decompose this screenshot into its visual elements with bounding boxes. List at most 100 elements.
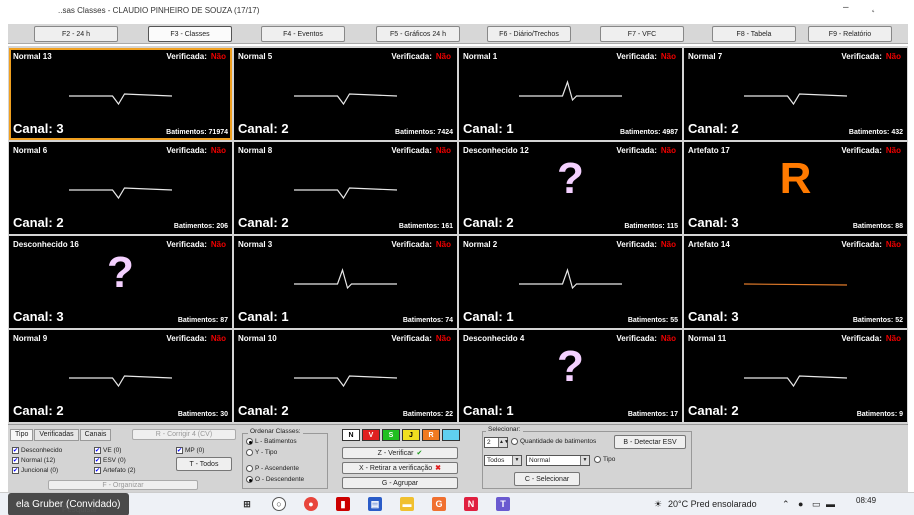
class-type-label: Normal 2 — [463, 240, 498, 249]
organize-button[interactable]: F - Organizar — [48, 480, 198, 490]
verification-value: Não — [885, 52, 901, 61]
channel-label: Canal: 2 — [463, 215, 514, 230]
class-cell[interactable]: Normal 1 Verificada: Não Canal: 1 Batimentos… — [459, 48, 682, 140]
quantity-radio[interactable]: Quantidade de batimentos — [511, 438, 596, 445]
channel-label: Canal: 3 — [688, 309, 739, 324]
network-icon[interactable]: ▭ — [812, 499, 821, 510]
verification-status: Verificada: Não — [391, 52, 451, 61]
class-cell[interactable]: Normal 10 Verificada: Não Canal: 2 Batimento… — [234, 330, 457, 422]
class-cell[interactable]: Normal 3 Verificada: Não Canal: 1 Batimentos… — [234, 236, 457, 328]
class-type-button[interactable]: R — [422, 429, 440, 441]
check-juncional[interactable]: ✔ Juncional (0) — [12, 467, 58, 474]
check-ve[interactable]: ✔ VE (0) — [94, 447, 121, 454]
app-blue-icon[interactable]: ▤ — [368, 497, 382, 511]
verify-button[interactable]: Z - Verificar ✔ — [342, 447, 458, 459]
beat-count: Batimentos: 52 — [852, 317, 903, 324]
checkbox-icon: ✔ — [176, 447, 183, 454]
verification-status: Verificada: Não — [166, 52, 226, 61]
verification-label: Verificada: — [166, 52, 207, 61]
class-cell[interactable]: Desconhecido 12 Verificada: Não? Canal: 2 Ba… — [459, 142, 682, 234]
app-red-icon[interactable]: ▮ — [336, 497, 350, 511]
tab-tipo[interactable]: Tipo — [10, 429, 34, 441]
class-cell[interactable]: Normal 2 Verificada: Não Canal: 1 Batimentos… — [459, 236, 682, 328]
class-type-button[interactable]: N — [342, 429, 360, 441]
class-cell[interactable]: Normal 7 Verificada: Não Canal: 2 Batimentos… — [684, 48, 907, 140]
check-mp[interactable]: ✔ MP (0) — [176, 447, 204, 454]
check-esv[interactable]: ✔ ESV (0) — [94, 457, 126, 464]
waveform-trace — [294, 93, 398, 106]
function-button-6[interactable]: F6 - Diário/Trechos — [487, 26, 571, 42]
class-cell[interactable]: Normal 5 Verificada: Não Canal: 2 Batimentos… — [234, 48, 457, 140]
check-desconhecido[interactable]: ✔ Desconhecido — [12, 447, 62, 454]
function-button-7[interactable]: F7 - VFC — [600, 26, 684, 42]
class-cell[interactable]: Desconhecido 4 Verificada: Não? Canal: 1 Bat… — [459, 330, 682, 422]
clock[interactable]: 08:49 — [856, 496, 876, 505]
battery-icon[interactable]: ▬ — [826, 499, 835, 509]
folder-icon[interactable]: ▬ — [400, 497, 414, 511]
function-button-5[interactable]: F5 - Gráficos 24 h — [376, 26, 460, 42]
chevron-down-icon: ▼ — [512, 456, 521, 465]
waveform-trace — [519, 268, 622, 290]
microphone-icon[interactable]: ● — [798, 499, 803, 509]
class-cell[interactable]: Normal 6 Verificada: Não Canal: 2 Batimentos… — [9, 142, 232, 234]
minimize-button[interactable]: – — [843, 2, 849, 13]
class-cell[interactable]: Artefato 17 Verificada: Não R Canal: 3 Batime… — [684, 142, 907, 234]
class-cell[interactable]: Normal 9 Verificada: Não Canal: 2 Batimentos… — [9, 330, 232, 422]
filter-all-select[interactable]: Todos ▼ — [484, 455, 522, 466]
channel-label: Canal: 2 — [688, 121, 739, 136]
waveform-trace — [294, 268, 397, 290]
quantity-stepper[interactable]: 2 ▲▼ — [484, 437, 509, 448]
task-view-icon[interactable]: ⊞ — [240, 497, 254, 511]
verification-status: Verificada: Não — [616, 240, 676, 249]
chevron-down-icon: ▼ — [580, 456, 589, 465]
teams-icon[interactable]: T — [496, 497, 510, 511]
beat-waveform — [519, 268, 622, 290]
tab-canais[interactable]: Canais — [79, 429, 112, 441]
radio-icon — [246, 438, 253, 445]
app-orange-icon[interactable]: G — [432, 497, 446, 511]
function-button-9[interactable]: F9 - Relatório — [808, 26, 892, 42]
waveform-trace — [744, 375, 848, 388]
function-button-3[interactable]: F3 - Classes — [148, 26, 232, 42]
verification-label: Verificada: — [166, 146, 207, 155]
app-n-icon[interactable]: N — [464, 497, 478, 511]
class-type-button[interactable] — [442, 429, 460, 441]
sort-ascendente-radio[interactable]: P - Ascendente — [246, 465, 299, 472]
class-cell[interactable]: Desconhecido 16 Verificada: Não? Canal: 3 Ba… — [9, 236, 232, 328]
class-cell[interactable]: Normal 8 Verificada: Não Canal: 2 Batimentos… — [234, 142, 457, 234]
detect-esv-button[interactable]: B - Detectar ESV — [614, 435, 686, 449]
checkbox-icon: ✔ — [94, 457, 101, 464]
class-type-button[interactable]: J — [402, 429, 420, 441]
tipo-radio[interactable]: Tipo — [594, 456, 615, 463]
sort-tipo-radio[interactable]: Y - Tipo — [246, 449, 277, 456]
class-cell[interactable]: Normal 13 Verificada: Não Canal: 3 Batimento… — [9, 48, 232, 140]
chevron-up-icon[interactable]: ⌃ — [782, 499, 790, 510]
check-artefato[interactable]: ✔ Artefato (2) — [94, 467, 136, 474]
todos-button[interactable]: T - Todos — [176, 457, 232, 471]
sort-batimentos-radio[interactable]: L - Batimentos — [246, 438, 297, 445]
verification-label: Verificada: — [841, 52, 882, 61]
tab-verificadas[interactable]: Verificadas — [34, 429, 79, 441]
function-button-8[interactable]: F8 - Tabela — [712, 26, 796, 42]
sort-descendente-radio[interactable]: O - Descendente — [246, 476, 304, 483]
select-button[interactable]: C - Selecionar — [514, 472, 580, 486]
verification-label: Verificada: — [841, 240, 882, 249]
filter-type-select[interactable]: Normal ▼ — [526, 455, 590, 466]
class-cell[interactable]: Normal 11 Verificada: Não Canal: 2 Batimento… — [684, 330, 907, 422]
channel-label: Canal: 1 — [463, 121, 514, 136]
check-normal[interactable]: ✔ Normal (12) — [12, 457, 55, 464]
correct-button[interactable]: R - Corrigir 4 (CV) — [132, 429, 236, 440]
close-button[interactable]: ˛ — [872, 2, 875, 13]
function-button-2[interactable]: F2 - 24 h — [34, 26, 118, 42]
function-button-4[interactable]: F4 - Eventos — [261, 26, 345, 42]
verification-value: Não — [435, 52, 451, 61]
class-type-button[interactable]: S — [382, 429, 400, 441]
search-box[interactable]: Pesquisar — [62, 505, 98, 514]
remove-verify-button[interactable]: X - Retirar a verificação ✖ — [342, 462, 458, 474]
class-cell[interactable]: Artefato 14 Verificada: Não Canal: 3 Batimen… — [684, 236, 907, 328]
class-type-button[interactable]: V — [362, 429, 380, 441]
group-button[interactable]: G - Agrupar — [342, 477, 458, 489]
chrome-icon[interactable]: ● — [304, 497, 318, 511]
cortana-icon[interactable]: ○ — [272, 497, 286, 511]
weather-icon: ☀ — [654, 499, 663, 509]
